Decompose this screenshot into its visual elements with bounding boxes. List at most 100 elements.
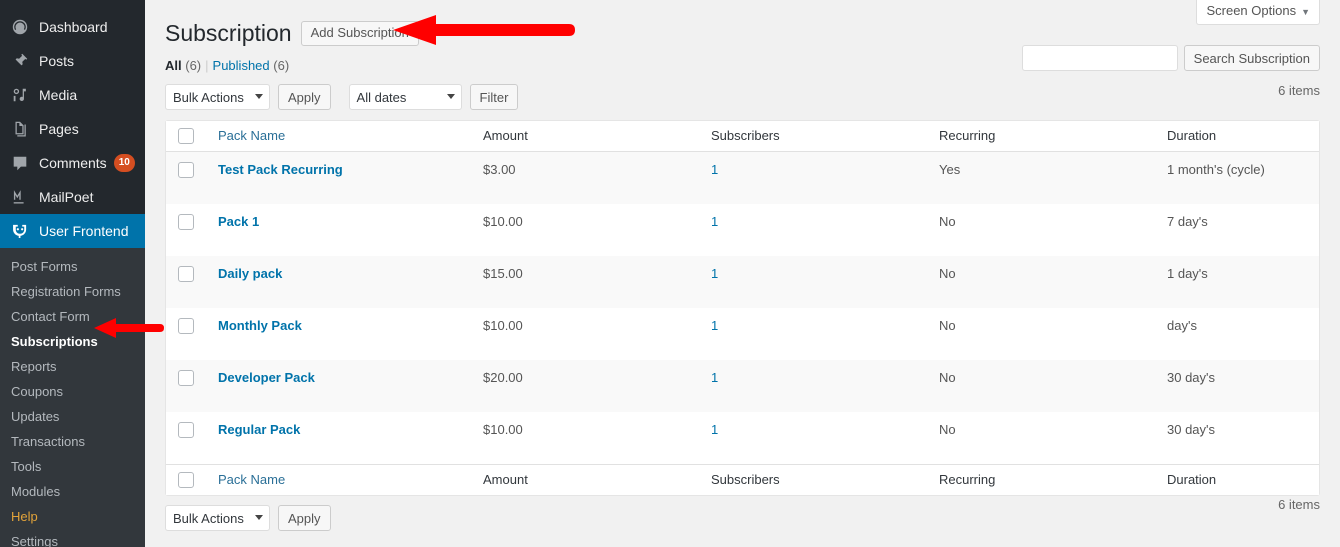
- comments-count-badge: 10: [113, 154, 135, 172]
- apply-button-bottom[interactable]: Apply: [278, 505, 331, 531]
- submenu-item-coupons[interactable]: Coupons: [0, 379, 145, 404]
- sidebar-item-pages[interactable]: Pages: [0, 112, 145, 146]
- select-all-header: [166, 121, 208, 152]
- bulk-actions-label: Bulk Actions: [173, 89, 244, 105]
- submenu-item-settings[interactable]: Settings: [0, 529, 145, 547]
- pack-name-link[interactable]: Developer Pack: [218, 370, 315, 385]
- column-header-recurring: Recurring: [929, 121, 1157, 152]
- submenu-item-reports[interactable]: Reports: [0, 354, 145, 379]
- table-foot: Pack Name Amount Subscribers Recurring D…: [166, 464, 1319, 495]
- row-checkbox[interactable]: [178, 162, 194, 178]
- cell-pack-name: Developer Pack: [208, 360, 473, 412]
- table-footer-row: Pack Name Amount Subscribers Recurring D…: [166, 464, 1319, 495]
- select-all-checkbox-footer[interactable]: [178, 472, 194, 488]
- cell-recurring: No: [929, 256, 1157, 308]
- filter-button[interactable]: Filter: [469, 84, 519, 110]
- items-count-bottom: 6 items: [1278, 497, 1320, 512]
- row-checkbox[interactable]: [178, 422, 194, 438]
- row-select-cell: [166, 308, 208, 360]
- view-published-link[interactable]: Published: [213, 58, 270, 73]
- submenu-item-subscriptions[interactable]: Subscriptions: [0, 329, 145, 354]
- submenu-item-modules[interactable]: Modules: [0, 479, 145, 504]
- column-footer-duration: Duration: [1157, 464, 1319, 495]
- column-header-pack-name[interactable]: Pack Name: [208, 121, 473, 152]
- submenu-item-help[interactable]: Help: [0, 504, 145, 529]
- cell-subscribers: 1: [701, 360, 929, 412]
- select-all-checkbox[interactable]: [178, 128, 194, 144]
- row-select-cell: [166, 256, 208, 308]
- search-input[interactable]: [1021, 45, 1178, 71]
- sidebar-item-label: Posts: [39, 53, 75, 69]
- view-all-count: (6): [185, 58, 202, 73]
- user-frontend-icon: [10, 221, 30, 241]
- pack-name-link[interactable]: Monthly Pack: [218, 318, 302, 333]
- subscribers-link[interactable]: 1: [711, 162, 718, 177]
- row-select-cell: [166, 360, 208, 412]
- date-filter-select[interactable]: All dates: [348, 84, 462, 110]
- apply-button-top[interactable]: Apply: [278, 84, 331, 110]
- subscribers-link[interactable]: 1: [711, 318, 718, 333]
- view-all-link[interactable]: All: [165, 58, 182, 73]
- sidebar-item-label: MailPoet: [39, 189, 94, 205]
- bulk-actions-label: Bulk Actions: [173, 510, 244, 526]
- add-subscription-button[interactable]: Add Subscription: [300, 20, 419, 46]
- submenu-item-contact-form[interactable]: Contact Form: [0, 304, 145, 329]
- submenu-item-post-forms[interactable]: Post Forms: [0, 254, 145, 279]
- submenu-item-tools[interactable]: Tools: [0, 454, 145, 479]
- table-row: Daily pack $15.00 1 No 1 day's: [166, 256, 1319, 308]
- sidebar-item-mailpoet[interactable]: MailPoet: [0, 180, 145, 214]
- table-row: Monthly Pack $10.00 1 No day's: [166, 308, 1319, 360]
- sidebar-item-media[interactable]: Media: [0, 78, 145, 112]
- subscribers-link[interactable]: 1: [711, 422, 718, 437]
- page-title: Subscription: [165, 19, 292, 46]
- row-select-cell: [166, 204, 208, 256]
- chevron-down-icon: [255, 94, 263, 99]
- pack-name-link[interactable]: Pack 1: [218, 214, 259, 229]
- row-select-cell: [166, 412, 208, 464]
- submenu-item-transactions[interactable]: Transactions: [0, 429, 145, 454]
- tablenav-top: Bulk Actions Apply All dates Filter: [165, 82, 1320, 112]
- bulk-actions-select-top[interactable]: Bulk Actions: [165, 84, 270, 110]
- pack-name-link[interactable]: Regular Pack: [218, 422, 300, 437]
- submenu-item-registration-forms[interactable]: Registration Forms: [0, 279, 145, 304]
- pack-name-link[interactable]: Test Pack Recurring: [218, 162, 343, 177]
- row-checkbox[interactable]: [178, 266, 194, 282]
- row-checkbox[interactable]: [178, 214, 194, 230]
- sidebar-item-user-frontend[interactable]: User Frontend: [0, 214, 145, 248]
- sidebar-item-dashboard[interactable]: Dashboard: [0, 10, 145, 44]
- pack-name-link[interactable]: Daily pack: [218, 266, 282, 281]
- items-count-top: 6 items: [1278, 83, 1320, 98]
- sidebar-item-label: Dashboard: [39, 19, 108, 35]
- search-subscription-button[interactable]: Search Subscription: [1183, 45, 1320, 71]
- cell-amount: $3.00: [473, 152, 701, 204]
- submenu-item-updates[interactable]: Updates: [0, 404, 145, 429]
- cell-duration: 30 day's: [1157, 360, 1319, 412]
- column-footer-pack-name[interactable]: Pack Name: [208, 464, 473, 495]
- cell-subscribers: 1: [701, 412, 929, 464]
- column-footer-recurring: Recurring: [929, 464, 1157, 495]
- subscribers-link[interactable]: 1: [711, 266, 718, 281]
- chevron-down-icon: [255, 515, 263, 520]
- column-header-amount: Amount: [473, 121, 701, 152]
- cell-pack-name: Test Pack Recurring: [208, 152, 473, 204]
- pages-icon: [10, 119, 30, 139]
- page-wrap: Subscription Add Subscription All (6) | Pu…: [145, 0, 1340, 533]
- bulk-actions-select-bottom[interactable]: Bulk Actions: [165, 505, 270, 531]
- subscribers-link[interactable]: 1: [711, 214, 718, 229]
- subscribers-link[interactable]: 1: [711, 370, 718, 385]
- screen-options-button[interactable]: Screen Options ▼: [1196, 0, 1320, 25]
- sidebar-item-comments[interactable]: Comments 10: [0, 146, 145, 180]
- row-checkbox[interactable]: [178, 370, 194, 386]
- cell-amount: $10.00: [473, 308, 701, 360]
- comments-icon: [10, 153, 30, 173]
- row-checkbox[interactable]: [178, 318, 194, 334]
- screen-options-label: Screen Options: [1206, 3, 1297, 18]
- cell-amount: $10.00: [473, 412, 701, 464]
- cell-amount: $10.00: [473, 204, 701, 256]
- cell-pack-name: Monthly Pack: [208, 308, 473, 360]
- chevron-down-icon: [446, 94, 455, 99]
- sidebar-item-posts[interactable]: Posts: [0, 44, 145, 78]
- cell-duration: 7 day's: [1157, 204, 1319, 256]
- cell-duration: 1 day's: [1157, 256, 1319, 308]
- sidebar-item-label: Media: [39, 87, 78, 103]
